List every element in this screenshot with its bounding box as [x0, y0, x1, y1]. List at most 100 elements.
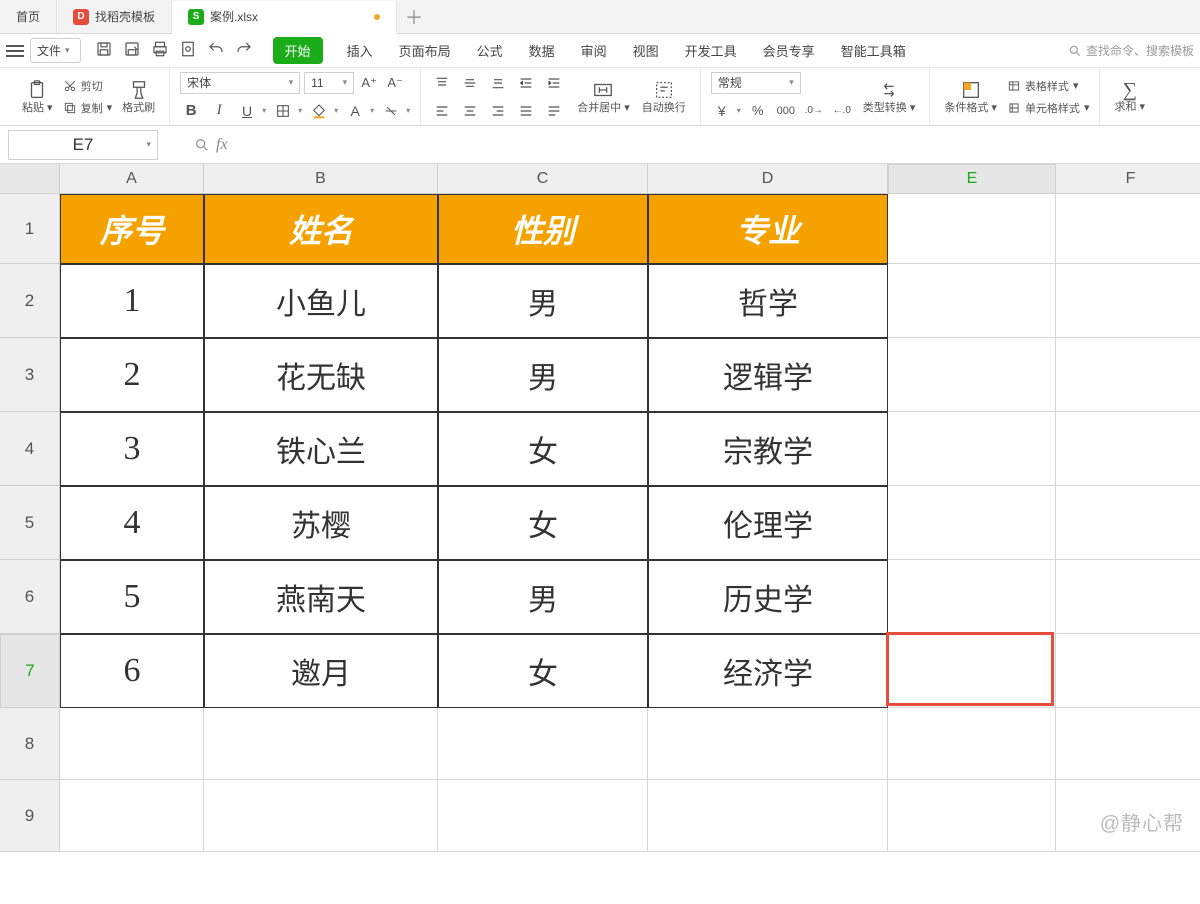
row-header-6[interactable]: 6 [0, 560, 60, 634]
row-header-8[interactable]: 8 [0, 708, 60, 780]
number-format-select[interactable]: 常规▾ [711, 72, 801, 94]
cell-E9[interactable] [888, 780, 1056, 852]
type-convert-button[interactable]: 类型转换 ▾ [859, 79, 920, 114]
cell-D5[interactable]: 伦理学 [648, 486, 888, 560]
cell-F5[interactable] [1056, 486, 1200, 560]
cell-F2[interactable] [1056, 264, 1200, 338]
font-color-icon[interactable]: A [344, 100, 366, 122]
col-header-B[interactable]: B [204, 164, 438, 194]
align-center-icon[interactable] [459, 100, 481, 122]
cell-B2[interactable]: 小鱼儿 [204, 264, 438, 338]
decrease-indent-icon[interactable] [515, 72, 537, 94]
cell-C8[interactable] [438, 708, 648, 780]
cell-D7[interactable]: 经济学 [648, 634, 888, 708]
clear-format-icon[interactable] [380, 100, 402, 122]
cell-E8[interactable] [888, 708, 1056, 780]
cell-A1[interactable]: 序号 [60, 194, 204, 264]
tab-start[interactable]: 开始 [273, 37, 323, 64]
cell-F8[interactable] [1056, 708, 1200, 780]
cell-B1[interactable]: 姓名 [204, 194, 438, 264]
decrease-decimal-icon[interactable]: ←.0 [831, 100, 853, 122]
cell-F1[interactable] [1056, 194, 1200, 264]
cell-B4[interactable]: 铁心兰 [204, 412, 438, 486]
select-all-corner[interactable] [0, 164, 60, 194]
cell-D1[interactable]: 专业 [648, 194, 888, 264]
row-header-3[interactable]: 3 [0, 338, 60, 412]
menu-icon[interactable] [6, 45, 24, 57]
row-header-7[interactable]: 7 [0, 634, 60, 708]
cell-C7[interactable]: 女 [438, 634, 648, 708]
row-header-5[interactable]: 5 [0, 486, 60, 560]
tab-review[interactable]: 审阅 [579, 37, 609, 64]
border-icon[interactable] [272, 100, 294, 122]
format-painter-button[interactable]: 格式刷 [118, 79, 159, 114]
cell-C4[interactable]: 女 [438, 412, 648, 486]
cell-A4[interactable]: 3 [60, 412, 204, 486]
cell-A3[interactable]: 2 [60, 338, 204, 412]
increase-indent-icon[interactable] [543, 72, 565, 94]
cell-D6[interactable]: 历史学 [648, 560, 888, 634]
increase-font-icon[interactable]: A⁺ [358, 72, 380, 94]
file-menu[interactable]: 文件 ▾ [30, 38, 81, 63]
tab-view[interactable]: 视图 [631, 37, 661, 64]
row-header-1[interactable]: 1 [0, 194, 60, 264]
tab-file[interactable]: S 案例.xlsx [172, 1, 397, 34]
paste-button[interactable]: 粘贴 ▾ [18, 79, 57, 114]
align-middle-icon[interactable] [459, 72, 481, 94]
add-tab-button[interactable]: ＋ [397, 0, 431, 33]
cell-B3[interactable]: 花无缺 [204, 338, 438, 412]
cell-E1[interactable] [888, 194, 1056, 264]
font-size-select[interactable]: 11▾ [304, 72, 354, 94]
align-bottom-icon[interactable] [487, 72, 509, 94]
comma-icon[interactable]: 000 [775, 100, 797, 122]
tab-dev[interactable]: 开发工具 [683, 37, 739, 64]
col-header-D[interactable]: D [648, 164, 888, 194]
align-left-icon[interactable] [431, 100, 453, 122]
cell-D3[interactable]: 逻辑学 [648, 338, 888, 412]
cell-A8[interactable] [60, 708, 204, 780]
command-search[interactable]: 查找命令、搜索模板 [1068, 42, 1194, 59]
cell-C3[interactable]: 男 [438, 338, 648, 412]
tab-layout[interactable]: 页面布局 [397, 37, 453, 64]
cell-B5[interactable]: 苏樱 [204, 486, 438, 560]
cell-D8[interactable] [648, 708, 888, 780]
italic-icon[interactable]: I [208, 100, 230, 122]
cell-E5[interactable] [888, 486, 1056, 560]
align-right-icon[interactable] [487, 100, 509, 122]
cell-B8[interactable] [204, 708, 438, 780]
cell-E3[interactable] [888, 338, 1056, 412]
cell-E2[interactable] [888, 264, 1056, 338]
fill-color-icon[interactable] [308, 100, 330, 122]
col-header-F[interactable]: F [1056, 164, 1200, 194]
sum-button[interactable]: ∑ 求和 ▾ [1110, 80, 1149, 113]
print-icon[interactable] [151, 40, 169, 61]
tab-template[interactable]: D 找稻壳模板 [57, 0, 172, 33]
name-box[interactable]: E7 ▾ [8, 130, 158, 160]
cell-F9[interactable] [1056, 780, 1200, 852]
table-style-button[interactable]: 表格样式 ▾ [1007, 78, 1090, 94]
cell-F7[interactable] [1056, 634, 1200, 708]
cell-C2[interactable]: 男 [438, 264, 648, 338]
cell-E7[interactable] [888, 634, 1056, 708]
cell-C9[interactable] [438, 780, 648, 852]
col-header-E[interactable]: E [888, 164, 1056, 194]
tab-data[interactable]: 数据 [527, 37, 557, 64]
currency-icon[interactable]: ¥ [711, 100, 733, 122]
cond-format-button[interactable]: 条件格式 ▾ [940, 79, 1001, 114]
wrap-button[interactable]: 自动换行 [638, 79, 690, 114]
col-header-A[interactable]: A [60, 164, 204, 194]
align-top-icon[interactable] [431, 72, 453, 94]
redo-icon[interactable] [235, 40, 253, 61]
tab-home[interactable]: 首页 [0, 0, 57, 33]
underline-icon[interactable]: U [236, 100, 258, 122]
fx-button[interactable]: fx [194, 136, 228, 154]
cell-E6[interactable] [888, 560, 1056, 634]
copy-button[interactable]: 复制 ▾ [63, 100, 113, 116]
font-name-select[interactable]: 宋体▾ [180, 72, 300, 94]
cell-D2[interactable]: 哲学 [648, 264, 888, 338]
save-icon[interactable] [95, 40, 113, 61]
row-header-2[interactable]: 2 [0, 264, 60, 338]
cell-A9[interactable] [60, 780, 204, 852]
tab-insert[interactable]: 插入 [345, 37, 375, 64]
cell-F4[interactable] [1056, 412, 1200, 486]
